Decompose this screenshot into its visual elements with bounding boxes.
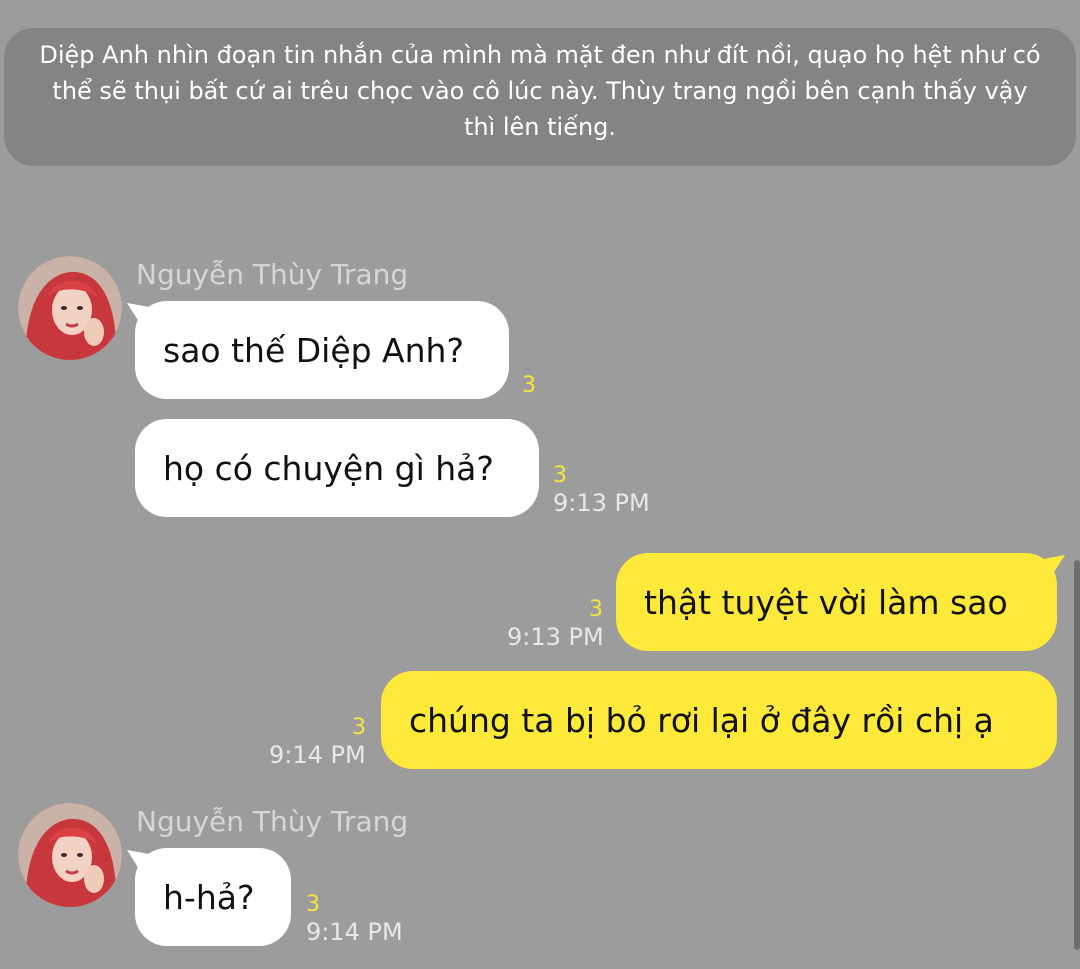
bubble-tail [127, 303, 149, 325]
unread-count: 3 [589, 597, 603, 622]
bubble-tail [127, 850, 149, 872]
message-time: 9:13 PM [553, 489, 650, 517]
message-bubble[interactable]: thật tuyệt vời làm sao [616, 553, 1065, 651]
message-text: h-hả? [163, 877, 255, 917]
sender-name: Nguyễn Thùy Trang [136, 258, 409, 291]
message-bubble[interactable]: sao thế Diệp Anh? [127, 301, 509, 399]
message-text: họ có chuyện gì hả? [163, 448, 494, 488]
avatar[interactable] [18, 256, 122, 360]
scrollbar[interactable] [1074, 560, 1080, 950]
message-bubble[interactable]: họ có chuyện gì hả? [135, 419, 539, 517]
unread-count: 3 [306, 892, 320, 917]
narration-text: Diệp Anh nhìn đoạn tin nhắn của mình mà … [39, 41, 1041, 141]
message-text: sao thế Diệp Anh? [163, 330, 464, 370]
message-text: chúng ta bị bỏ rơi lại ở đây rồi chị ạ [409, 700, 994, 740]
sender-name: Nguyễn Thùy Trang [136, 805, 409, 838]
narration-box: Diệp Anh nhìn đoạn tin nhắn của mình mà … [4, 28, 1076, 166]
unread-count: 3 [522, 373, 536, 398]
message-text: thật tuyệt vời làm sao [644, 582, 1008, 622]
message-time: 9:14 PM [306, 918, 403, 946]
bubble-tail [1043, 555, 1065, 577]
unread-count: 3 [352, 715, 366, 740]
message-bubble[interactable]: chúng ta bị bỏ rơi lại ở đây rồi chị ạ [381, 671, 1057, 769]
message-time: 9:14 PM [269, 741, 366, 769]
message-bubble[interactable]: h-hả? [127, 848, 291, 946]
avatar[interactable] [18, 803, 122, 907]
unread-count: 3 [553, 463, 567, 488]
message-time: 9:13 PM [507, 623, 604, 651]
